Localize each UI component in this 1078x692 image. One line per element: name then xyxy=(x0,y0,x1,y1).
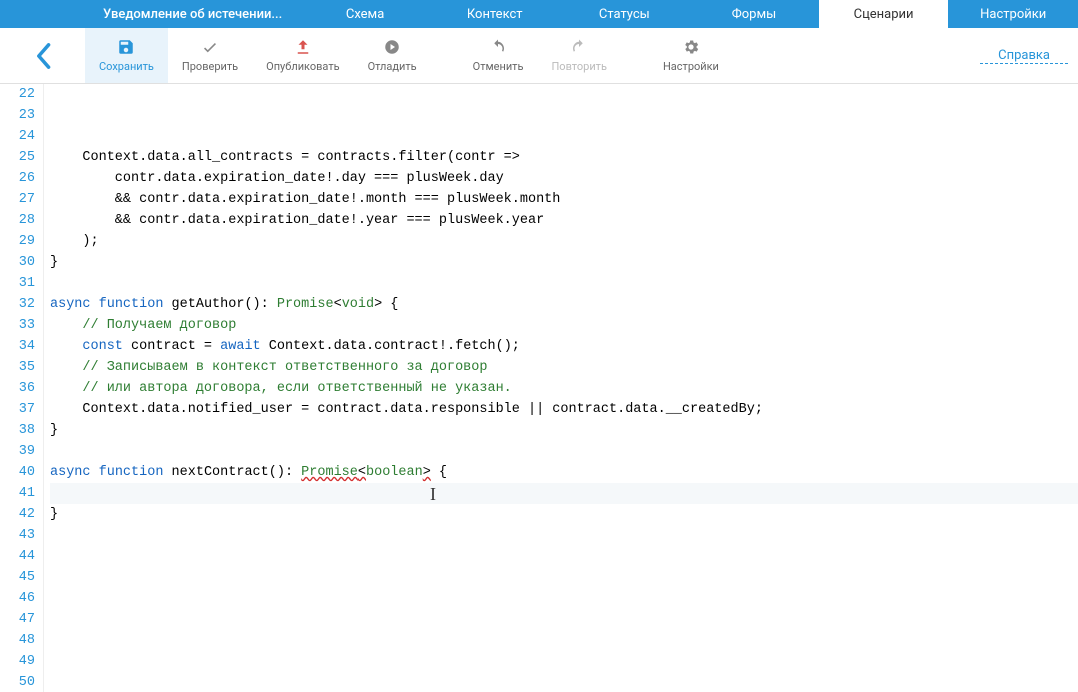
code-line[interactable] xyxy=(50,588,1078,609)
line-number: 42 xyxy=(0,504,35,525)
tab-title[interactable]: Уведомление об истечении... xyxy=(85,0,300,28)
save-icon xyxy=(117,38,135,56)
tab-схема[interactable]: Схема xyxy=(300,0,430,28)
line-number: 30 xyxy=(0,252,35,273)
settings-button[interactable]: Настройки xyxy=(649,28,733,83)
code-editor[interactable]: 2223242526272829303132333435363738394041… xyxy=(0,84,1078,692)
gear-icon xyxy=(682,38,700,56)
toolbar: Сохранить Проверить Опубликовать Отладит… xyxy=(85,28,1078,83)
line-number: 29 xyxy=(0,231,35,252)
tab-сценарии[interactable]: Сценарии xyxy=(819,0,949,28)
code-line[interactable]: } xyxy=(50,252,1078,273)
publish-button[interactable]: Опубликовать xyxy=(252,28,353,83)
code-line[interactable] xyxy=(50,609,1078,630)
line-number: 33 xyxy=(0,315,35,336)
line-number: 27 xyxy=(0,189,35,210)
undo-label: Отменить xyxy=(473,60,524,73)
line-number: 32 xyxy=(0,294,35,315)
line-number: 31 xyxy=(0,273,35,294)
code-line[interactable] xyxy=(50,546,1078,567)
line-number: 36 xyxy=(0,378,35,399)
line-number: 26 xyxy=(0,168,35,189)
line-number: 35 xyxy=(0,357,35,378)
code-line[interactable]: const contract = await Context.data.cont… xyxy=(50,336,1078,357)
code-line[interactable]: && contr.data.expiration_date!.year === … xyxy=(50,210,1078,231)
code-line[interactable]: && contr.data.expiration_date!.month ===… xyxy=(50,189,1078,210)
help-link[interactable]: Справка xyxy=(980,48,1068,64)
code-line[interactable]: Context.data.notified_user = contract.da… xyxy=(50,399,1078,420)
code-line[interactable] xyxy=(50,567,1078,588)
save-button[interactable]: Сохранить xyxy=(85,28,168,83)
code-line[interactable] xyxy=(50,273,1078,294)
play-circle-icon xyxy=(383,38,401,56)
tab-контекст[interactable]: Контекст xyxy=(430,0,560,28)
top-tabs: Уведомление об истечении... СхемаКонтекс… xyxy=(0,0,1078,28)
line-number: 43 xyxy=(0,525,35,546)
tab-формы[interactable]: Формы xyxy=(689,0,819,28)
chevron-left-icon xyxy=(34,42,52,70)
check-label: Проверить xyxy=(182,60,238,73)
line-number: 37 xyxy=(0,399,35,420)
code-line[interactable]: // или автора договора, если ответственн… xyxy=(50,378,1078,399)
line-number: 23 xyxy=(0,105,35,126)
code-line[interactable] xyxy=(50,525,1078,546)
line-number: 46 xyxy=(0,588,35,609)
tab-настройки[interactable]: Настройки xyxy=(948,0,1078,28)
check-button[interactable]: Проверить xyxy=(168,28,252,83)
line-number: 45 xyxy=(0,567,35,588)
line-number: 38 xyxy=(0,420,35,441)
code-line[interactable]: // Записываем в контекст ответственного … xyxy=(50,357,1078,378)
line-gutter: 2223242526272829303132333435363738394041… xyxy=(0,84,44,692)
line-number: 24 xyxy=(0,126,35,147)
code-line[interactable] xyxy=(50,441,1078,462)
tab-статусы[interactable]: Статусы xyxy=(560,0,690,28)
line-number: 48 xyxy=(0,630,35,651)
line-number: 47 xyxy=(0,609,35,630)
redo-icon xyxy=(570,38,588,56)
code-line[interactable] xyxy=(50,672,1078,692)
code-line[interactable] xyxy=(50,651,1078,672)
redo-label: Повторить xyxy=(551,60,606,73)
check-icon xyxy=(201,38,219,56)
code-line[interactable]: async function getAuthor(): Promise<void… xyxy=(50,294,1078,315)
line-number: 44 xyxy=(0,546,35,567)
undo-icon xyxy=(489,38,507,56)
publish-label: Опубликовать xyxy=(266,60,339,73)
code-line[interactable] xyxy=(50,483,1078,504)
code-line[interactable]: } xyxy=(50,504,1078,525)
line-number: 34 xyxy=(0,336,35,357)
line-number: 50 xyxy=(0,672,35,692)
undo-button[interactable]: Отменить xyxy=(459,28,538,83)
back-button[interactable] xyxy=(0,28,85,83)
line-number: 41 xyxy=(0,483,35,504)
publish-icon xyxy=(294,38,312,56)
redo-button[interactable]: Повторить xyxy=(537,28,620,83)
line-number: 40 xyxy=(0,462,35,483)
line-number: 22 xyxy=(0,84,35,105)
line-number: 25 xyxy=(0,147,35,168)
toolbar-row: Сохранить Проверить Опубликовать Отладит… xyxy=(0,28,1078,84)
debug-button[interactable]: Отладить xyxy=(354,28,431,83)
debug-label: Отладить xyxy=(368,60,417,73)
save-label: Сохранить xyxy=(99,60,154,73)
line-number: 49 xyxy=(0,651,35,672)
settings-label: Настройки xyxy=(663,60,719,73)
line-number: 28 xyxy=(0,210,35,231)
code-line[interactable]: // Получаем договор xyxy=(50,315,1078,336)
code-line[interactable]: async function nextContract(): Promise<b… xyxy=(50,462,1078,483)
code-line[interactable]: ); xyxy=(50,231,1078,252)
code-line[interactable]: } xyxy=(50,420,1078,441)
code-line[interactable]: contr.data.expiration_date!.day === plus… xyxy=(50,168,1078,189)
code-area[interactable]: I Context.data.all_contracts = contracts… xyxy=(44,84,1078,692)
code-line[interactable]: Context.data.all_contracts = contracts.f… xyxy=(50,147,1078,168)
line-number: 39 xyxy=(0,441,35,462)
code-line[interactable] xyxy=(50,630,1078,651)
